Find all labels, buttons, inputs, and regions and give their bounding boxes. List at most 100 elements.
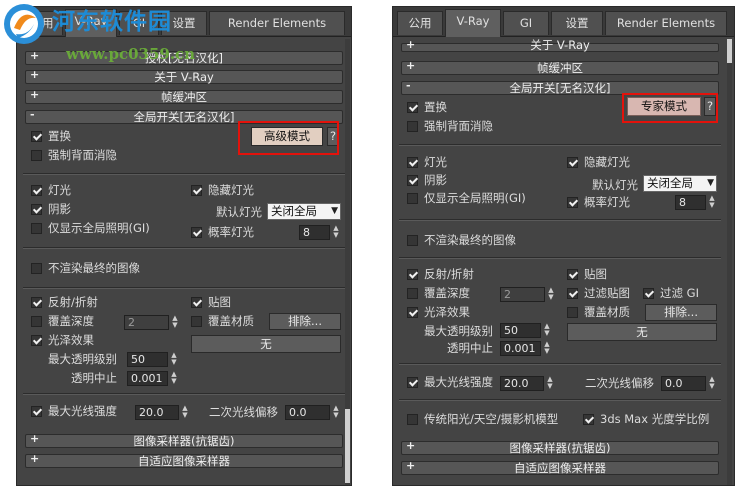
rollout-frame-buffer[interactable]: + 帧缓冲区 — [25, 88, 343, 104]
rollout-adaptive-image-sampler[interactable]: + 自适应图像采样器 — [401, 459, 719, 475]
max-transparency-spinner[interactable]: 50 ▲ ▼ — [127, 352, 179, 367]
spinner-arrows-icon[interactable]: ▲ ▼ — [180, 405, 190, 420]
default-lights-label: 默认灯光 — [592, 178, 638, 192]
probabilistic-lights-spinner[interactable]: 8 ▲ ▼ — [299, 225, 341, 240]
rollout-frame-buffer[interactable]: + 帧缓冲区 — [401, 59, 719, 75]
lights-checkbox[interactable] — [407, 157, 418, 168]
lights-label: 灯光 — [424, 155, 447, 169]
override-depth-spinner[interactable]: 2 ▲ ▼ — [124, 315, 180, 330]
spinner-arrows-icon[interactable]: ▲ ▼ — [707, 376, 717, 391]
tab-render-elements[interactable]: Render Elements — [605, 11, 727, 35]
override-material-checkbox[interactable] — [191, 316, 202, 327]
scrollbar-thumb[interactable] — [727, 39, 732, 63]
override-material-slot-button[interactable]: 无 — [567, 323, 717, 341]
glossy-effects-checkbox[interactable] — [407, 307, 418, 318]
max-transparency-spinner[interactable]: 50 ▲ ▼ — [500, 323, 552, 338]
tab-vray[interactable]: V-Ray — [445, 9, 501, 37]
lights-checkbox[interactable] — [31, 185, 42, 196]
spinner-arrows-icon[interactable]: ▲ ▼ — [331, 405, 341, 420]
spinner-arrows-icon[interactable]: ▲ ▼ — [546, 287, 556, 302]
displacement-checkbox[interactable] — [31, 131, 42, 142]
separator — [23, 287, 345, 289]
rollout-image-sampler[interactable]: + 图像采样器(抗锯齿) — [401, 439, 719, 455]
legacy-sun-sky-camera-label: 传统阳光/天空/摄影机模型 — [424, 412, 559, 426]
only-gi-checkbox[interactable] — [31, 223, 42, 234]
tab-common[interactable]: 公用 — [397, 11, 443, 35]
legacy-sun-sky-camera-checkbox[interactable] — [407, 414, 418, 425]
override-depth-spinner[interactable]: 2 ▲ ▼ — [500, 287, 556, 302]
dont-render-final-checkbox[interactable] — [31, 263, 42, 274]
rollout-image-sampler[interactable]: + 图像采样器(抗锯齿) — [25, 432, 343, 448]
glossy-effects-label: 光泽效果 — [48, 333, 94, 347]
default-lights-select[interactable]: 关闭全局 ▼ — [643, 175, 717, 192]
shadows-checkbox[interactable] — [31, 204, 42, 215]
filter-maps-checkbox[interactable] — [567, 288, 578, 299]
probabilistic-lights-spinner[interactable]: 8 ▲ ▼ — [675, 195, 717, 210]
spinner-arrows-icon[interactable]: ▲ ▼ — [707, 195, 717, 210]
scrollbar-thumb[interactable] — [345, 409, 350, 483]
spinner-arrows-icon[interactable]: ▲ ▼ — [331, 225, 341, 240]
spinner-arrows-icon[interactable]: ▲ ▼ — [545, 376, 555, 391]
separator — [399, 219, 721, 221]
spinner-value: 8 — [675, 195, 706, 210]
hidden-lights-checkbox[interactable] — [191, 185, 202, 196]
maps-checkbox[interactable] — [567, 269, 578, 280]
default-lights-select[interactable]: 关闭全局 ▼ — [267, 203, 341, 220]
rollout-title: 关于 V-Ray — [530, 38, 590, 52]
only-gi-checkbox[interactable] — [407, 193, 418, 204]
rollout-title: 图像采样器(抗锯齿) — [133, 434, 235, 448]
override-depth-checkbox[interactable] — [31, 316, 42, 327]
scrollbar[interactable] — [345, 39, 350, 485]
exclude-button[interactable]: 排除... — [645, 304, 717, 321]
filter-gi-checkbox[interactable] — [643, 288, 654, 299]
spinner-arrows-icon[interactable]: ▲ ▼ — [169, 371, 179, 386]
displacement-checkbox[interactable] — [407, 102, 418, 113]
rollout-about-vray[interactable]: + 关于 V-Ray — [401, 38, 719, 52]
rollout-about-vray[interactable]: + 关于 V-Ray — [25, 68, 343, 84]
glossy-effects-label: 光泽效果 — [424, 305, 470, 319]
spinner-arrows-icon[interactable]: ▲ ▼ — [542, 323, 552, 338]
force-back-face-checkbox[interactable] — [407, 121, 418, 132]
scrollbar[interactable] — [727, 39, 732, 485]
reflection-refraction-checkbox[interactable] — [31, 297, 42, 308]
shadows-checkbox[interactable] — [407, 175, 418, 186]
rollout-title: 自适应图像采样器 — [514, 461, 606, 475]
spinner-arrows-icon[interactable]: ▲ ▼ — [170, 315, 180, 330]
glossy-effects-checkbox[interactable] — [31, 335, 42, 346]
rollout-adaptive-image-sampler[interactable]: + 自适应图像采样器 — [25, 452, 343, 468]
separator — [23, 393, 345, 395]
dont-render-final-checkbox[interactable] — [407, 235, 418, 246]
override-material-slot-button[interactable]: 无 — [191, 335, 341, 353]
exclude-button[interactable]: 排除... — [269, 313, 341, 330]
dont-render-final-label: 不渲染最终的图像 — [48, 261, 140, 275]
chevron-down-icon: ▼ — [331, 206, 338, 216]
force-back-face-checkbox[interactable] — [31, 150, 42, 161]
max-ray-intensity-checkbox[interactable] — [31, 406, 42, 417]
secondary-ray-bias-spinner[interactable]: 0.0 ▲ ▼ — [285, 405, 341, 420]
probabilistic-lights-checkbox[interactable] — [567, 197, 578, 208]
maps-checkbox[interactable] — [191, 297, 202, 308]
force-back-face-label: 强制背面消隐 — [48, 148, 117, 162]
spinner-value: 20.0 — [135, 405, 179, 420]
max-ray-intensity-spinner[interactable]: 20.0 ▲ ▼ — [500, 376, 555, 391]
probabilistic-lights-checkbox[interactable] — [191, 227, 202, 238]
maps-label: 贴图 — [584, 267, 607, 281]
transparency-cutoff-spinner[interactable]: 0.001 ▲ ▼ — [127, 371, 179, 386]
transparency-cutoff-spinner[interactable]: 0.001 ▲ ▼ — [500, 341, 552, 356]
transparency-cutoff-label: 透明中止 — [71, 371, 117, 385]
tab-settings[interactable]: 设置 — [551, 11, 603, 35]
photometric-scale-checkbox[interactable] — [583, 414, 594, 425]
spinner-arrows-icon[interactable]: ▲ ▼ — [169, 352, 179, 367]
override-depth-checkbox[interactable] — [407, 288, 418, 299]
max-ray-intensity-spinner[interactable]: 20.0 ▲ ▼ — [135, 405, 190, 420]
spinner-value: 50 — [127, 352, 168, 367]
render-setup-panel-advanced: 公用 V-Ray GI 设置 Render Elements + 授权[无名汉化… — [16, 6, 352, 486]
tab-gi[interactable]: GI — [503, 11, 549, 35]
spinner-arrows-icon[interactable]: ▲ ▼ — [542, 341, 552, 356]
max-ray-intensity-checkbox[interactable] — [407, 377, 418, 388]
hidden-lights-checkbox[interactable] — [567, 157, 578, 168]
reflection-refraction-checkbox[interactable] — [407, 269, 418, 280]
override-material-checkbox[interactable] — [567, 307, 578, 318]
secondary-ray-bias-spinner[interactable]: 0.0 ▲ ▼ — [661, 376, 717, 391]
tab-bar: 公用 V-Ray GI 设置 Render Elements — [393, 7, 734, 37]
